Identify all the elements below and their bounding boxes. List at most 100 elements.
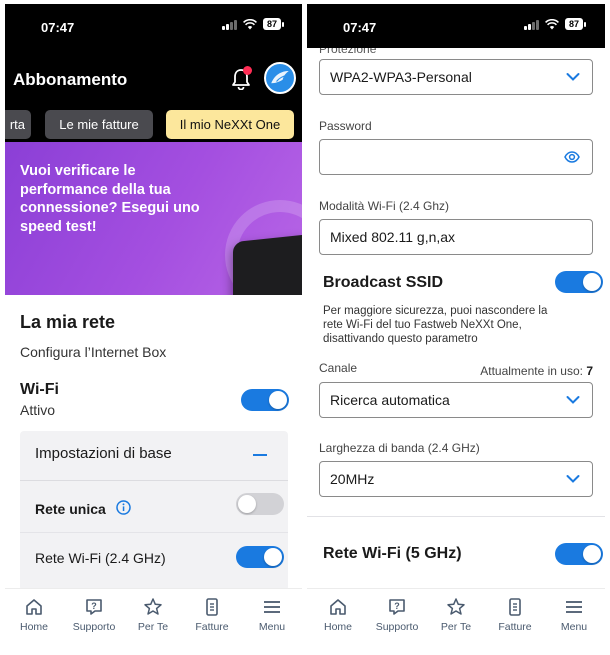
channel-select[interactable]: Ricerca automatica: [319, 382, 593, 418]
info-icon[interactable]: [116, 500, 131, 515]
channel-in-use-label: Attualmente in uso:: [480, 364, 583, 378]
invoice-icon: [206, 598, 218, 616]
home-icon: [330, 599, 346, 615]
nav-home-label: Home: [323, 621, 352, 633]
protezione-value: WPA2-WPA3-Personal: [330, 69, 472, 85]
menu-icon: [264, 601, 280, 613]
wifi-toggle[interactable]: [241, 389, 289, 411]
notification-badge: [243, 66, 252, 75]
divider: [20, 532, 288, 533]
nav-supporto-label: Supporto: [72, 621, 116, 633]
status-icons: 87: [523, 18, 587, 30]
nav-per-te[interactable]: Per Te: [124, 597, 182, 633]
wifi-label: Wi-Fi: [20, 381, 59, 398]
divider: [20, 480, 288, 481]
chevron-down-icon: [566, 396, 580, 404]
nav-menu[interactable]: Menu: [545, 597, 603, 633]
rete-24-toggle[interactable]: [236, 546, 284, 568]
rete-5-toggle[interactable]: [555, 543, 603, 565]
channel-in-use: Attualmente in uso: 7: [480, 364, 593, 378]
password-input[interactable]: [319, 139, 593, 175]
rete-unica-label: Rete unica: [35, 501, 106, 517]
nav-supporto[interactable]: ? Supporto: [368, 597, 426, 633]
wifi-status-icon: [545, 18, 559, 29]
support-icon: ?: [86, 599, 102, 615]
invoice-icon: [509, 598, 521, 616]
broadcast-ssid-description: Per maggiore sicurezza, puoi nascondere …: [323, 305, 548, 345]
signal-icon: [221, 19, 237, 30]
chevron-down-icon: [566, 475, 580, 483]
speedtest-promo-banner[interactable]: Vuoi verificare le performance della tua…: [5, 142, 303, 295]
support-icon: ?: [389, 599, 405, 615]
battery-icon: 87: [564, 18, 587, 30]
wifi-mode-value: Mixed 802.11 g,n,ax: [330, 229, 456, 245]
broadcast-ssid-toggle[interactable]: [555, 271, 603, 293]
bottom-nav: Home ? Supporto Per Te Fatture Menu: [307, 588, 605, 650]
status-time: 07:47: [41, 20, 75, 35]
wifi-mode-label: Modalità Wi-Fi (2.4 Ghz): [319, 199, 450, 213]
protezione-select[interactable]: WPA2-WPA3-Personal: [319, 59, 593, 95]
status-bar: 07:47 87: [307, 4, 605, 48]
right-screen: Protezione 07:47 87 WPA2-WPA3-Personal P…: [307, 4, 605, 650]
tab-le-mie-fatture[interactable]: Le mie fatture: [45, 110, 153, 139]
rete-unica-toggle[interactable]: [236, 493, 284, 515]
password-label: Password: [319, 119, 372, 133]
avatar-bird-icon: [271, 71, 289, 84]
eye-icon[interactable]: [564, 150, 580, 164]
router-image: [233, 233, 303, 295]
nav-fatture[interactable]: Fatture: [183, 597, 241, 633]
wifi-mode-input[interactable]: Mixed 802.11 g,n,ax: [319, 219, 593, 255]
section-title: La mia rete: [20, 312, 116, 332]
avatar[interactable]: [264, 62, 296, 94]
chevron-down-icon: [566, 73, 580, 81]
nav-home[interactable]: Home: [5, 597, 63, 633]
bandwidth-select[interactable]: 20MHz: [319, 461, 593, 497]
wifi-status: Attivo: [20, 402, 56, 418]
bottom-nav: Home ? Supporto Per Te Fatture Menu: [5, 588, 303, 650]
nav-menu-label: Menu: [258, 621, 286, 633]
wifi-status-icon: [243, 18, 257, 29]
nav-menu-label: Menu: [560, 621, 588, 633]
menu-icon: [566, 601, 582, 613]
status-time: 07:47: [343, 20, 377, 35]
nav-menu[interactable]: Menu: [243, 597, 301, 633]
channel-value: Ricerca automatica: [330, 392, 450, 408]
star-icon: [144, 598, 162, 615]
svg-text:?: ?: [91, 601, 97, 611]
status-icons: 87: [221, 18, 285, 30]
svg-text:?: ?: [394, 601, 400, 611]
channel-in-use-value: 7: [586, 364, 593, 378]
nav-fatture-label: Fatture: [498, 621, 532, 633]
app-header: Abbonamento rta Le mie fatture Il mio Ne…: [5, 48, 303, 142]
home-icon: [26, 599, 42, 615]
status-bar: 07:47 87: [5, 4, 303, 48]
nav-fatture[interactable]: Fatture: [486, 597, 544, 633]
nav-per-te[interactable]: Per Te: [427, 597, 485, 633]
bandwidth-value: 20MHz: [330, 471, 375, 487]
nav-supporto-label: Supporto: [375, 621, 419, 633]
left-screen: 07:47 87 Abbonamento rta Le mie fatture …: [5, 4, 303, 650]
nav-fatture-label: Fatture: [195, 621, 229, 633]
section-subtitle: Configura l’Internet Box: [20, 344, 167, 360]
tab-partial[interactable]: rta: [5, 110, 31, 139]
tab-bar: rta Le mie fatture Il mio NeXXt One: [5, 110, 303, 140]
nav-per-te-label: Per Te: [137, 621, 169, 633]
page-title: Abbonamento: [13, 70, 128, 89]
divider: [307, 516, 605, 517]
collapse-minus-icon[interactable]: [253, 454, 267, 456]
nav-supporto[interactable]: ? Supporto: [65, 597, 123, 633]
star-icon: [447, 598, 465, 615]
signal-icon: [523, 19, 539, 30]
rete-5-label: Rete Wi-Fi (5 GHz): [323, 545, 462, 562]
nav-home[interactable]: Home: [309, 597, 367, 633]
nav-home-label: Home: [19, 621, 48, 633]
settings-panel-title[interactable]: Impostazioni di base: [35, 445, 172, 462]
tab-il-mio-nexxt-one[interactable]: Il mio NeXXt One: [166, 110, 294, 139]
channel-label: Canale: [319, 361, 358, 375]
bandwidth-label: Larghezza di banda (2.4 GHz): [319, 441, 480, 455]
promo-text: Vuoi verificare le performance della tua…: [20, 163, 200, 235]
battery-icon: 87: [262, 18, 285, 30]
broadcast-ssid-label: Broadcast SSID: [323, 274, 444, 291]
nav-per-te-label: Per Te: [440, 621, 472, 633]
rete-24-label: Rete Wi-Fi (2.4 GHz): [35, 550, 166, 566]
